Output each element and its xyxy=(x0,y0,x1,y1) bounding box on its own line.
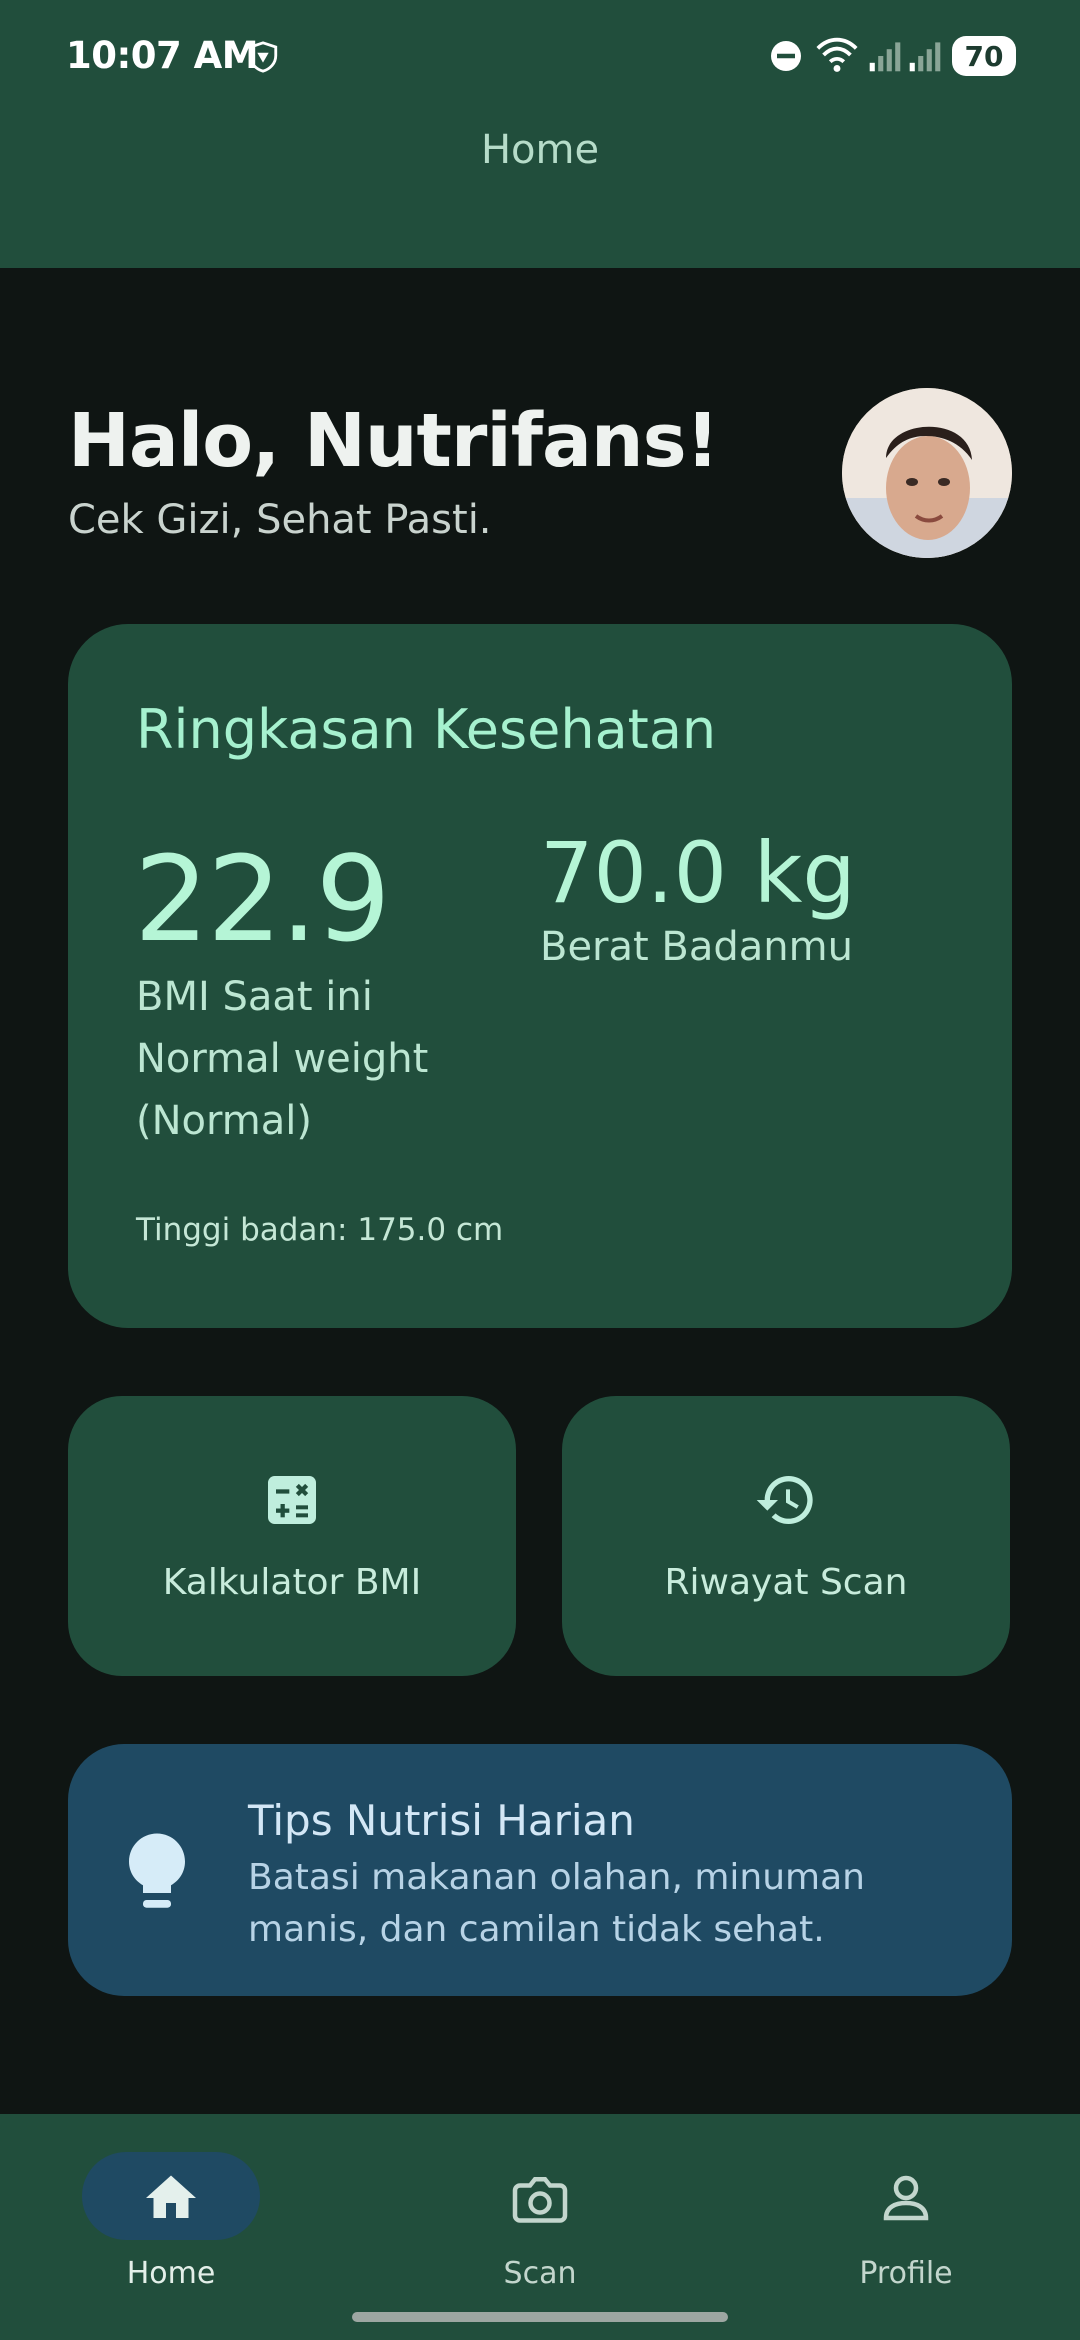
home-icon[interactable] xyxy=(141,2168,201,2228)
bmi-label: BMI Saat ini Normal weight (Normal) xyxy=(136,966,516,1152)
battery-indicator: 70 xyxy=(952,36,1016,76)
summary-title: Ringkasan Kesehatan xyxy=(136,698,717,761)
bmi-value: 22.9 xyxy=(134,830,391,968)
signal-icon xyxy=(869,42,901,72)
scan-history-label: Riwayat Scan xyxy=(664,1562,908,1603)
nav-profile-label[interactable]: Profile xyxy=(806,2256,1006,2291)
bmi-calculator-label: Kalkulator BMI xyxy=(162,1562,422,1603)
bmi-category-line: Normal weight xyxy=(136,1036,429,1082)
avatar-photo xyxy=(842,388,1012,558)
weight-value: 70.0 kg xyxy=(540,824,856,922)
calculator-icon xyxy=(268,1476,316,1524)
status-time: 10:07 AM xyxy=(66,34,259,77)
dnd-icon xyxy=(771,41,801,71)
signal-icon xyxy=(909,42,941,72)
tips-title: Tips Nutrisi Harian xyxy=(248,1796,635,1845)
gesture-handle[interactable] xyxy=(352,2312,728,2322)
scan-history-button[interactable]: Riwayat Scan xyxy=(562,1396,1010,1676)
wifi-icon xyxy=(816,37,858,72)
lightbulb-icon xyxy=(129,1833,185,1908)
bmi-calculator-button[interactable]: Kalkulator BMI xyxy=(68,1396,516,1676)
greeting-title: Halo, Nutrifans! xyxy=(68,398,719,484)
greeting-subtitle: Cek Gizi, Sehat Pasti. xyxy=(68,497,492,543)
person-icon[interactable] xyxy=(876,2168,936,2228)
bmi-category-short: (Normal) xyxy=(136,1098,312,1144)
page-title: Home xyxy=(480,127,600,173)
nav-home-label[interactable]: Home xyxy=(71,2256,271,2291)
vpn-shield-icon xyxy=(248,41,278,73)
bmi-label-line: BMI Saat ini xyxy=(136,974,373,1020)
height-value: Tinggi badan: 175.0 cm xyxy=(136,1212,504,1248)
history-icon xyxy=(756,1476,813,1524)
camera-icon[interactable] xyxy=(510,2168,570,2228)
avatar[interactable] xyxy=(842,388,1012,558)
tips-body: Batasi makanan olahan, minuman manis, da… xyxy=(248,1857,865,1950)
nav-scan-label[interactable]: Scan xyxy=(440,2256,640,2291)
weight-label: Berat Badanmu xyxy=(540,924,853,970)
